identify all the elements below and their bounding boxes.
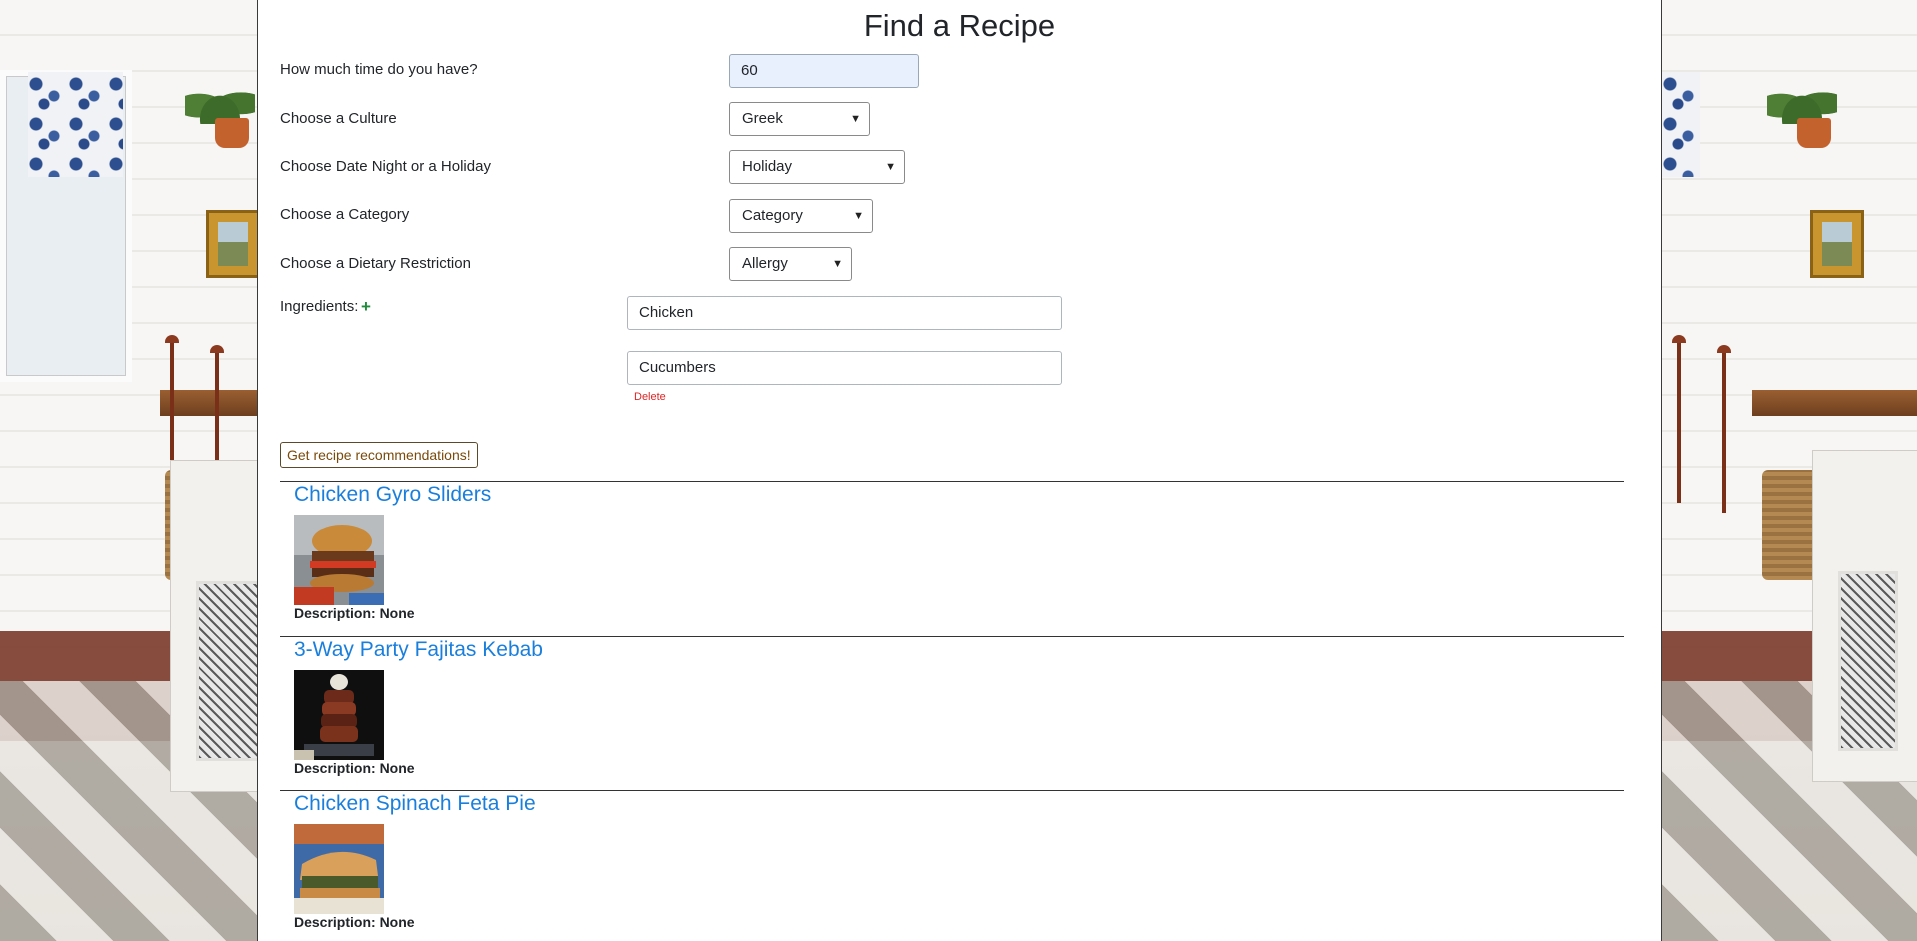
chevron-down-icon: ▼ (885, 161, 896, 173)
category-label: Choose a Category (280, 206, 410, 223)
recipe-description: Description: None (294, 914, 415, 930)
kitchen-background-left (0, 0, 257, 941)
window-blind (1662, 72, 1700, 177)
diet-label: Choose a Dietary Restriction (280, 255, 471, 272)
window-blind (28, 72, 123, 177)
occasion-select-value: Holiday (742, 158, 793, 175)
time-label: How much time do you have? (280, 61, 478, 78)
occasion-select[interactable]: Holiday ▼ (729, 150, 905, 184)
pie-slice-photo[interactable] (294, 824, 384, 914)
recipe-finder-panel: Find a Recipe How much time do you have?… (257, 0, 1662, 941)
cabinet (1812, 450, 1917, 782)
recipe-description: Description: None (294, 605, 415, 621)
chevron-down-icon: ▼ (832, 258, 843, 270)
kitchen-background-right (1662, 0, 1917, 941)
page-title: Find a Recipe (863, 8, 1056, 43)
culture-select-value: Greek (742, 110, 783, 127)
recipe-title-link[interactable]: Chicken Spinach Feta Pie (294, 792, 536, 816)
chevron-down-icon: ▼ (853, 210, 864, 222)
culture-label: Choose a Culture (280, 110, 397, 127)
diet-select-value: Allergy (742, 255, 788, 272)
chevron-down-icon: ▼ (850, 113, 861, 125)
framed-picture (206, 210, 257, 278)
add-ingredient-button[interactable]: + (361, 297, 371, 317)
delete-ingredient-link[interactable]: Delete (634, 391, 666, 403)
ingredient-input[interactable]: Cucumbers (627, 351, 1062, 385)
get-recommendations-button[interactable]: Get recipe recommendations! (280, 442, 478, 468)
ingredient-input[interactable]: Chicken (627, 296, 1062, 330)
ingredients-label: Ingredients: (280, 298, 359, 315)
plant-pot (1797, 118, 1831, 148)
recipe-title-link[interactable]: Chicken Gyro Sliders (294, 483, 491, 507)
slider-burger-photo[interactable] (294, 515, 384, 605)
countertop (1752, 390, 1917, 416)
kebab-skewer-photo[interactable] (294, 670, 384, 760)
category-select-value: Category (742, 207, 803, 224)
recipe-description: Description: None (294, 760, 415, 776)
diet-select[interactable]: Allergy ▼ (729, 247, 852, 281)
time-input[interactable]: 60 (729, 54, 919, 88)
occasion-label: Choose Date Night or a Holiday (280, 158, 491, 175)
result-divider (280, 481, 1624, 482)
framed-picture (1810, 210, 1864, 278)
culture-select[interactable]: Greek ▼ (729, 102, 870, 136)
result-divider (280, 636, 1624, 637)
cabinet (170, 460, 257, 792)
category-select[interactable]: Category ▼ (729, 199, 873, 233)
umbrella (1672, 335, 1686, 503)
umbrella (1717, 345, 1731, 513)
plant-pot (215, 118, 249, 148)
recipe-title-link[interactable]: 3-Way Party Fajitas Kebab (294, 638, 543, 662)
result-divider (280, 790, 1624, 791)
